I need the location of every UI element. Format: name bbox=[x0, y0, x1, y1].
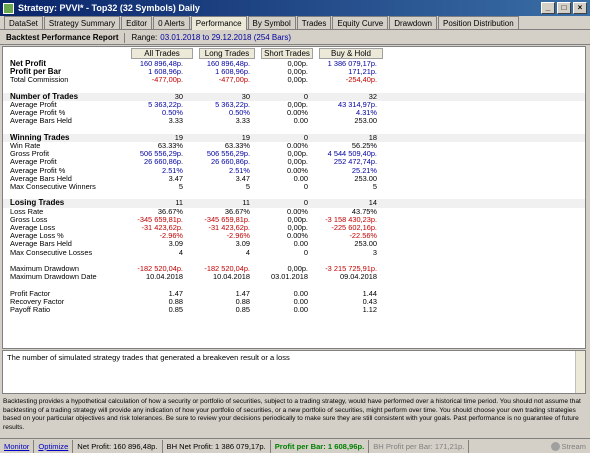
cell-buy-hold: 3 bbox=[372, 247, 377, 257]
cell-short-trades: 0,00p. bbox=[287, 75, 308, 85]
app-icon bbox=[3, 2, 14, 14]
cell-long-trades: 5 bbox=[245, 182, 250, 191]
row-label: Total Commission bbox=[10, 75, 69, 85]
cell-all-trades: 4 bbox=[178, 247, 183, 257]
maximize-button[interactable]: □ bbox=[557, 2, 571, 14]
report-header: Backtest Performance Report Range: 03.01… bbox=[0, 31, 590, 45]
disclaimer: Backtesting provides a hypothetical calc… bbox=[3, 398, 581, 431]
range-value: 03.01.2018 to 29.12.2018 (254 Bars) bbox=[160, 33, 292, 42]
cell-buy-hold: -254,40p. bbox=[345, 75, 377, 85]
close-button[interactable]: × bbox=[573, 2, 587, 14]
row-label: Average Bars Held bbox=[10, 116, 72, 126]
optimize-link[interactable]: Optimize bbox=[34, 439, 74, 453]
row-label: Max Consecutive Losses bbox=[10, 247, 93, 257]
performance-grid[interactable]: All Trades Long Trades Short Trades Buy & H… bbox=[2, 46, 586, 349]
cell-long-trades: -477,00p. bbox=[218, 75, 250, 85]
bh-profit-per-bar-status: BH Profit per Bar: 171,21p. bbox=[369, 439, 470, 453]
cell-all-trades: 5 bbox=[178, 182, 183, 191]
range-label: Range: bbox=[131, 33, 158, 42]
cell-short-trades: 0 bbox=[303, 182, 308, 191]
column-header-short-trades[interactable]: Short Trades bbox=[261, 48, 313, 59]
window-title: Strategy: PVVI* - Top32 (32 Symbols) Dai… bbox=[18, 3, 200, 13]
tab-by-symbol[interactable]: By Symbol bbox=[247, 16, 296, 29]
tab-position-distribution[interactable]: Position Distribution bbox=[437, 16, 519, 29]
column-header-all-trades[interactable]: All Trades bbox=[131, 48, 193, 59]
cell-short-trades: 0.00 bbox=[293, 305, 308, 314]
tab-drawdown[interactable]: Drawdown bbox=[389, 16, 437, 29]
cell-short-trades: 0 bbox=[303, 247, 308, 257]
cell-all-trades: 0.85 bbox=[168, 305, 183, 314]
tab-0-alerts[interactable]: 0 Alerts bbox=[153, 16, 190, 29]
row-label: Payoff Ratio bbox=[10, 305, 51, 314]
column-header-buy-hold[interactable]: Buy & Hold bbox=[319, 48, 383, 59]
cell-buy-hold: 1.12 bbox=[362, 305, 377, 314]
tab-bar: DataSet Strategy Summary Editor 0 Alerts Per… bbox=[0, 16, 590, 30]
net-profit-status: Net Profit: 160 896,48p. bbox=[73, 439, 163, 453]
separator bbox=[124, 32, 126, 43]
table-row[interactable]: Total Commission -477,00p. -477,00p. 0,00p.… bbox=[3, 76, 585, 84]
description-scrollbar[interactable] bbox=[575, 351, 585, 393]
cell-all-trades: -477,00p. bbox=[151, 75, 183, 85]
cell-buy-hold: 5 bbox=[372, 182, 377, 191]
report-title: Backtest Performance Report bbox=[6, 33, 119, 42]
table-row[interactable]: Payoff Ratio 0.85 0.85 0.00 1.12 bbox=[3, 305, 585, 314]
description-text: The number of simulated strategy trades … bbox=[7, 353, 290, 362]
status-bar: Monitor Optimize Net Profit: 160 896,48p… bbox=[0, 438, 590, 453]
stream-icon bbox=[550, 442, 560, 451]
tab-performance[interactable]: Performance bbox=[190, 16, 247, 30]
table-row[interactable]: Average Bars Held 3.33 3.33 0.00 253.00 bbox=[3, 117, 585, 125]
profit-per-bar-status: Profit per Bar: 1 608,96p. bbox=[271, 439, 370, 453]
table-row[interactable]: Max Consecutive Losses 4 4 0 3 bbox=[3, 247, 585, 257]
cell-long-trades: 3.33 bbox=[235, 116, 250, 126]
cell-long-trades: 0.85 bbox=[235, 305, 250, 314]
row-label: Max Consecutive Winners bbox=[10, 182, 96, 191]
cell-buy-hold: 253.00 bbox=[354, 116, 377, 126]
monitor-link[interactable]: Monitor bbox=[0, 439, 35, 453]
stream-toggle[interactable]: Stream bbox=[547, 440, 590, 453]
bh-net-profit-status: BH Net Profit: 1 386 079,17p. bbox=[163, 439, 271, 453]
metric-description: The number of simulated strategy trades … bbox=[2, 350, 586, 394]
window-titlebar: Strategy: PVVI* - Top32 (32 Symbols) Dai… bbox=[0, 0, 590, 16]
cell-all-trades: 3.33 bbox=[168, 116, 183, 126]
cell-all-trades: 10.04.2018 bbox=[146, 272, 183, 282]
cell-long-trades: 10.04.2018 bbox=[213, 272, 250, 282]
cell-buy-hold: 09.04.2018 bbox=[340, 272, 377, 282]
tab-strategy-summary[interactable]: Strategy Summary bbox=[43, 16, 121, 29]
table-row[interactable]: Maximum Drawdown Date 10.04.2018 10.04.201… bbox=[3, 272, 585, 282]
row-label: Maximum Drawdown Date bbox=[10, 272, 97, 282]
minimize-button[interactable]: _ bbox=[541, 2, 555, 14]
cell-short-trades: 03.01.2018 bbox=[271, 272, 308, 282]
tab-dataset[interactable]: DataSet bbox=[4, 16, 43, 29]
stream-label: Stream bbox=[561, 441, 586, 451]
column-header-long-trades[interactable]: Long Trades bbox=[199, 48, 255, 59]
cell-long-trades: 4 bbox=[245, 247, 250, 257]
tab-trades[interactable]: Trades bbox=[296, 16, 332, 29]
table-row[interactable]: Max Consecutive Winners 5 5 0 5 bbox=[3, 182, 585, 191]
tab-editor[interactable]: Editor bbox=[121, 16, 153, 29]
tab-equity-curve[interactable]: Equity Curve bbox=[332, 16, 389, 29]
cell-short-trades: 0.00 bbox=[293, 116, 308, 126]
